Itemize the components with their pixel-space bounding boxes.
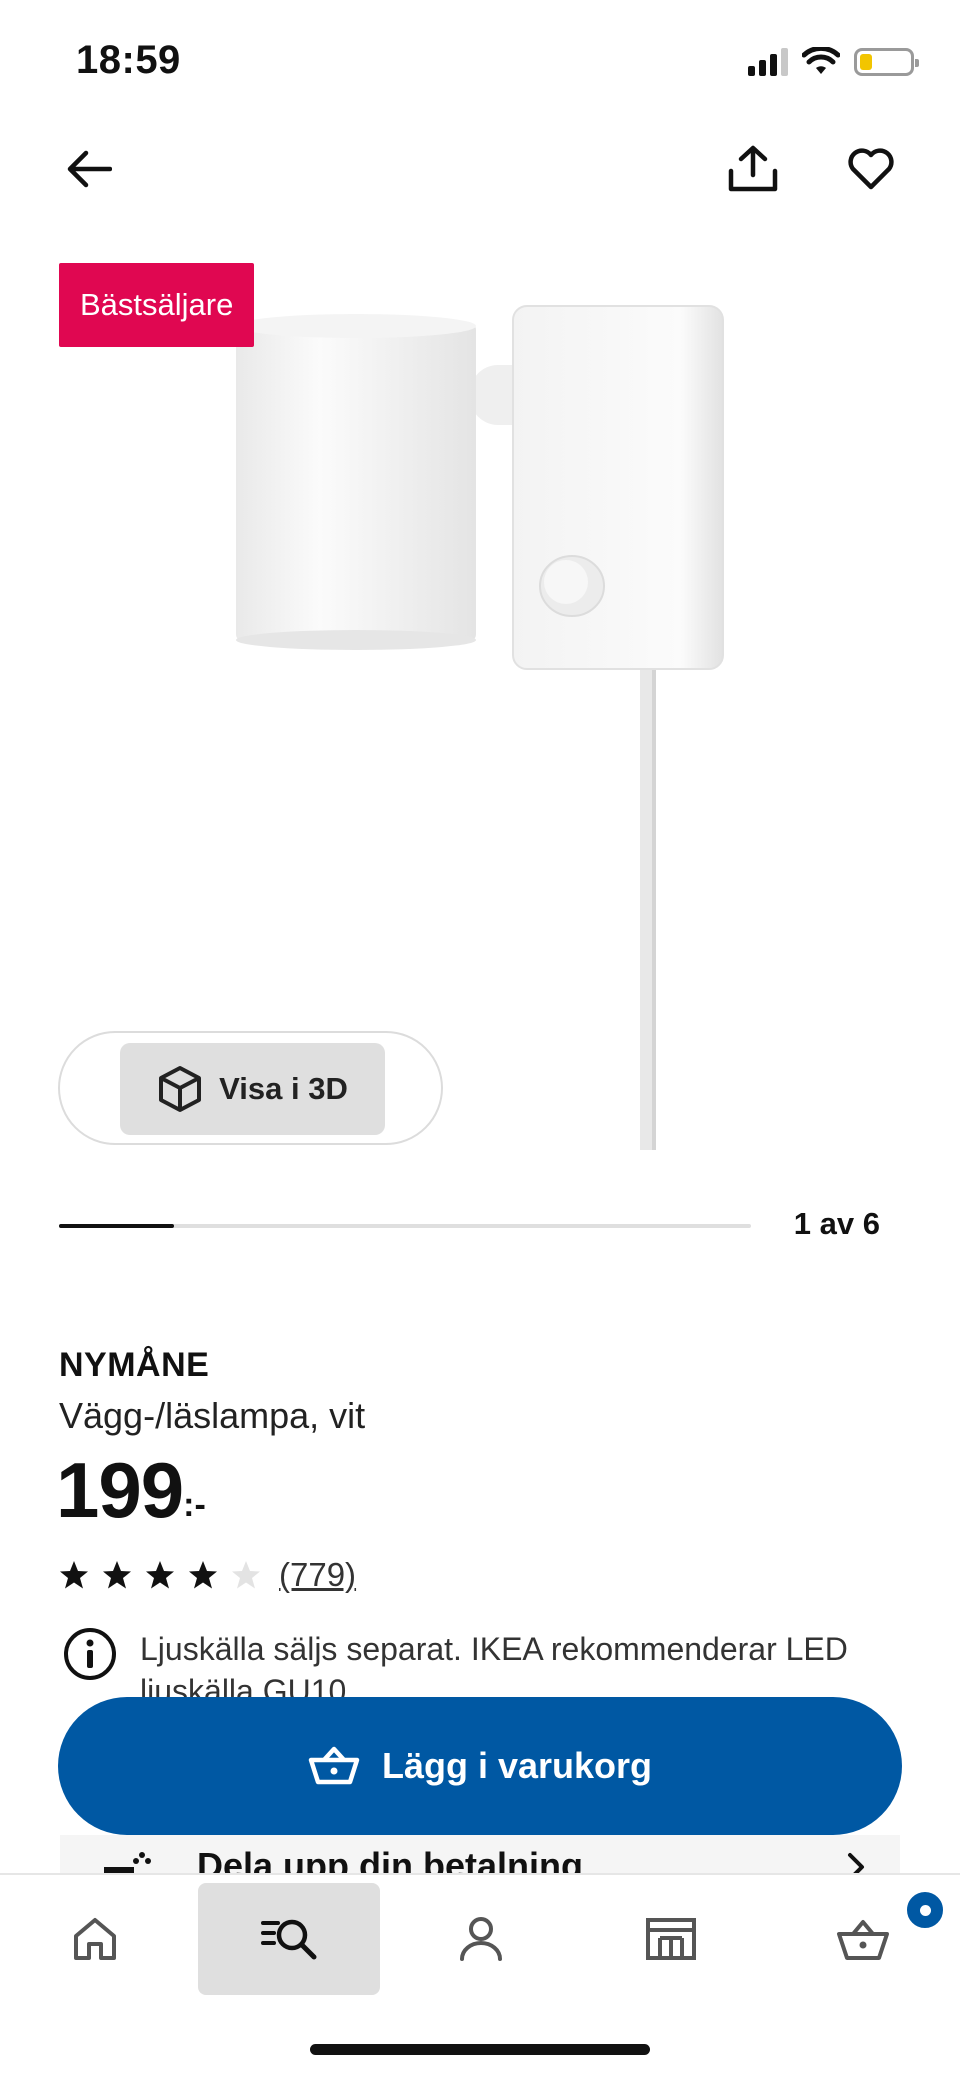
- star-filled-icon: [60, 1561, 88, 1589]
- tab-home[interactable]: [4, 1883, 186, 1995]
- cart-icon: [308, 1746, 360, 1785]
- cart-icon: [837, 1920, 889, 1960]
- payment-icon: [104, 1852, 151, 1873]
- profile-icon: [460, 1917, 502, 1961]
- price-suffix: :-: [183, 1486, 206, 1524]
- add-to-cart-button[interactable]: Lägg i varukorg: [58, 1697, 902, 1835]
- heart-icon[interactable]: [836, 134, 906, 204]
- status-bar: 18:59: [0, 0, 960, 120]
- product-image[interactable]: [0, 250, 960, 1150]
- product-price: 199 :-: [56, 1448, 206, 1532]
- info-icon: [64, 1628, 116, 1680]
- cellular-signal-icon: [748, 48, 788, 76]
- gallery-counter: 1 av 6: [793, 1206, 880, 1241]
- installment-row[interactable]: Dela upp din betalning: [60, 1835, 900, 1873]
- search-icon: [261, 1919, 317, 1960]
- home-icon: [74, 1918, 116, 1960]
- status-icons: [748, 42, 919, 82]
- battery-icon: [854, 48, 919, 76]
- status-time: 18:59: [76, 38, 181, 82]
- view-3d-button[interactable]: Visa i 3D: [120, 1043, 385, 1135]
- tab-search[interactable]: [198, 1883, 380, 1995]
- view-3d-container: Visa i 3D: [58, 1031, 443, 1145]
- star-empty-icon: [232, 1561, 260, 1589]
- tab-store[interactable]: [580, 1883, 762, 1995]
- back-arrow-icon[interactable]: [54, 134, 124, 204]
- bestseller-badge: Bästsäljare: [59, 263, 255, 347]
- rating-stars: [59, 1560, 261, 1590]
- tab-profile[interactable]: [390, 1883, 572, 1995]
- tab-cart[interactable]: [772, 1883, 954, 1995]
- product-description: Vägg-/läslampa, vit: [59, 1395, 366, 1436]
- gallery-progress-fill: [59, 1224, 175, 1228]
- rating-count[interactable]: (779): [279, 1556, 356, 1594]
- share-icon[interactable]: [718, 134, 788, 204]
- store-icon: [646, 1918, 696, 1960]
- cart-badge: [904, 1889, 946, 1931]
- star-filled-icon: [189, 1561, 217, 1589]
- view-3d-label: Visa i 3D: [219, 1071, 348, 1106]
- product-rating[interactable]: (779): [59, 1556, 356, 1594]
- installment-label: Dela upp din betalning: [197, 1845, 583, 1873]
- cube-icon: [159, 1066, 202, 1112]
- home-indicator: [310, 2044, 650, 2055]
- star-filled-icon: [103, 1561, 131, 1589]
- price-amount: 199: [56, 1446, 184, 1534]
- star-filled-icon: [146, 1561, 174, 1589]
- gallery-progress: [59, 1224, 751, 1228]
- top-nav: [0, 130, 960, 210]
- add-to-cart-label: Lägg i varukorg: [381, 1745, 653, 1786]
- chevron-right-icon: [848, 1853, 864, 1873]
- wifi-icon: [802, 47, 840, 74]
- product-name: NYMÅNE: [59, 1346, 210, 1384]
